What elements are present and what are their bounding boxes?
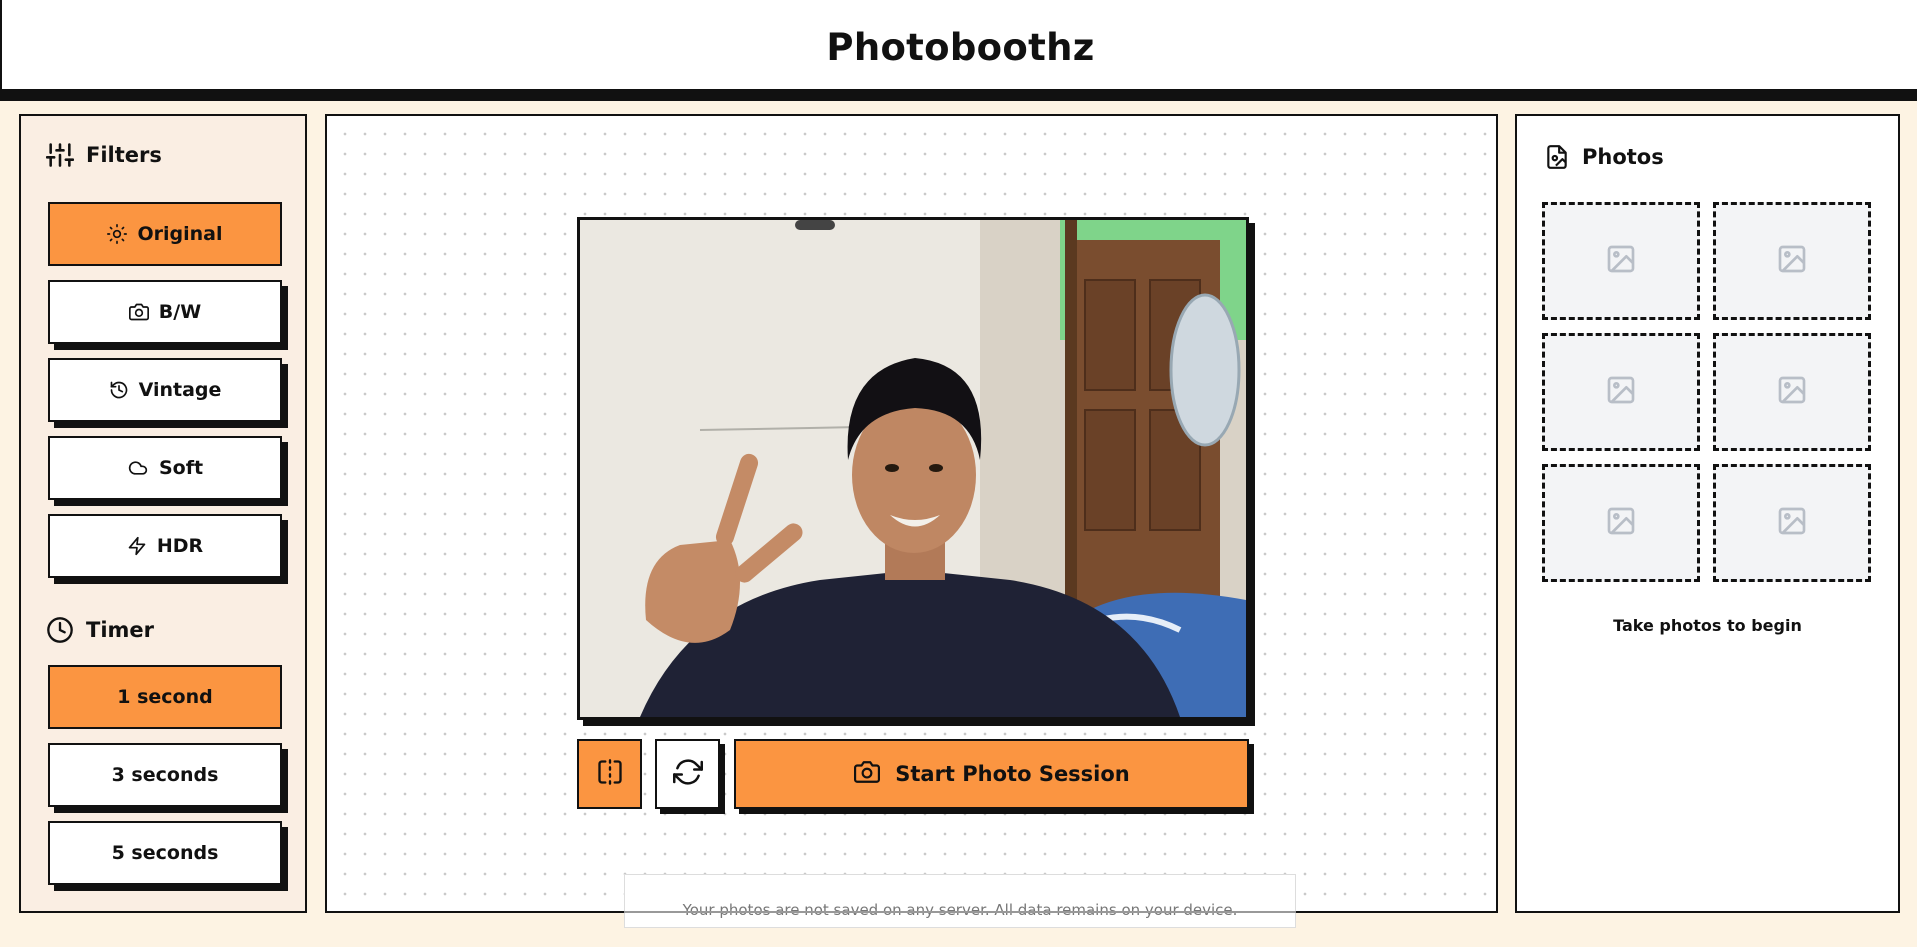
filter-original-button[interactable]: Original (48, 202, 282, 266)
filter-original-label: Original (137, 223, 223, 245)
camera-panel: Start Photo Session Your photos are not … (325, 114, 1498, 928)
camera-icon (853, 759, 881, 790)
image-placeholder-icon (1605, 505, 1637, 541)
filter-soft-label: Soft (158, 457, 204, 479)
filter-vintage-button[interactable]: Vintage (48, 358, 282, 422)
privacy-notice-divider (624, 911, 1296, 913)
history-icon (109, 380, 129, 400)
camera-preview (577, 217, 1249, 720)
filter-bw-button[interactable]: B/W (48, 280, 282, 344)
clock-icon (46, 616, 74, 644)
app-title: Photoboothz (826, 26, 1095, 69)
filter-hdr-label: HDR (156, 535, 204, 557)
image-placeholder-icon (1776, 374, 1808, 410)
filters-heading: Filters (46, 141, 162, 169)
mirror-toggle-button[interactable] (577, 739, 642, 809)
cloud-icon (127, 458, 149, 478)
zap-icon (127, 535, 147, 557)
photos-heading-label: Photos (1582, 145, 1664, 169)
photo-slot (1542, 202, 1700, 320)
image-placeholder-icon (1776, 243, 1808, 279)
photos-panel: Photos Take photos to begin (1515, 114, 1900, 913)
filters-heading-label: Filters (86, 143, 162, 167)
timer-5s-label: 5 seconds (111, 842, 219, 864)
photo-slot (1713, 202, 1871, 320)
timer-1s-button[interactable]: 1 second (48, 665, 282, 729)
filter-vintage-label: Vintage (138, 379, 222, 401)
image-placeholder-icon (1605, 374, 1637, 410)
timer-5s-button[interactable]: 5 seconds (48, 821, 282, 885)
privacy-notice-text: Your photos are not saved on any server.… (682, 901, 1238, 919)
timer-1s-label: 1 second (117, 686, 213, 708)
image-placeholder-icon (1605, 243, 1637, 279)
refresh-icon (672, 757, 703, 791)
image-placeholder-icon (1776, 505, 1808, 541)
photo-slot (1542, 464, 1700, 582)
timer-3s-button[interactable]: 3 seconds (48, 743, 282, 807)
privacy-notice: Your photos are not saved on any server.… (624, 874, 1296, 928)
photo-slot (1542, 333, 1700, 451)
timer-heading-label: Timer (86, 618, 155, 642)
header-divider (0, 89, 1917, 101)
photos-empty-text: Take photos to begin (1613, 616, 1802, 635)
app-header: Photoboothz (0, 0, 1917, 96)
photo-slot (1713, 333, 1871, 451)
timer-heading: Timer (46, 616, 154, 644)
start-photo-session-label: Start Photo Session (895, 762, 1130, 786)
timer-3s-label: 3 seconds (111, 764, 219, 786)
filter-soft-button[interactable]: Soft (48, 436, 282, 500)
photos-heading: Photos (1544, 143, 1664, 171)
filter-hdr-button[interactable]: HDR (48, 514, 282, 578)
settings-sidebar: Filters Original B/W Vintage Soft HDR Ti… (19, 114, 307, 913)
camera-icon (128, 302, 149, 322)
start-photo-session-button[interactable]: Start Photo Session (734, 739, 1249, 809)
flip-horizontal-icon (596, 758, 624, 790)
sliders-icon (46, 141, 74, 169)
filter-bw-label: B/W (158, 301, 202, 323)
file-image-icon (1544, 143, 1570, 171)
switch-camera-button[interactable] (655, 739, 720, 809)
photo-slot (1713, 464, 1871, 582)
sun-icon (107, 224, 128, 244)
